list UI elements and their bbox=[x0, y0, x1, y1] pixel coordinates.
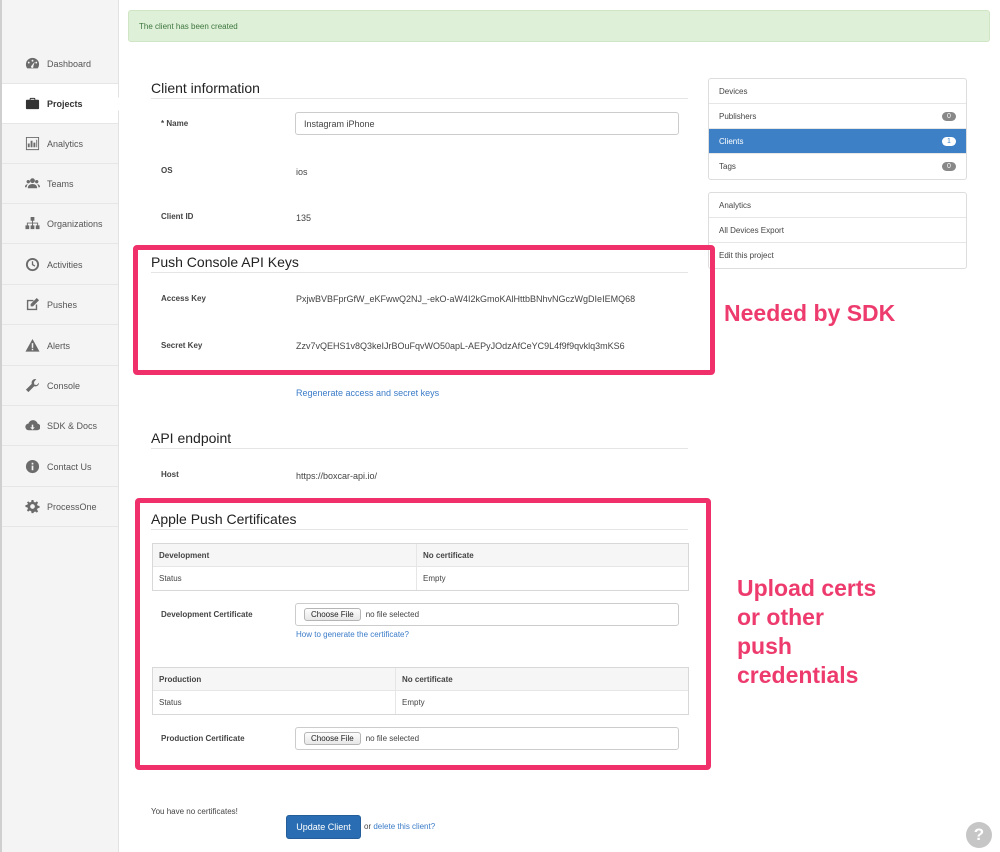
name-input[interactable]: Instagram iPhone bbox=[295, 112, 679, 135]
section-divider bbox=[151, 448, 688, 449]
sidebar-item-label: SDK & Docs bbox=[47, 420, 98, 431]
note-line: credentials bbox=[737, 662, 859, 688]
project-actions-panel: Analytics All Devices Export Edit this p… bbox=[708, 192, 967, 269]
required-marker: * bbox=[161, 119, 165, 128]
panel-item-label: Analytics bbox=[719, 200, 752, 210]
host-value: https://boxcar-api.io/ bbox=[296, 471, 378, 481]
warning-icon bbox=[24, 338, 40, 354]
panel-item-analytics[interactable]: Analytics bbox=[709, 193, 966, 218]
panel-item-label: Tags bbox=[719, 162, 736, 171]
panel-item-label: All Devices Export bbox=[719, 225, 784, 235]
panel-item-label: Devices bbox=[719, 86, 748, 96]
briefcase-icon bbox=[24, 96, 40, 112]
delete-client-link[interactable]: delete this client? bbox=[373, 822, 435, 831]
success-alert: The client has been created bbox=[128, 10, 990, 42]
project-nav-panel: Devices Publishers 0 Clients 1 Tags 0 bbox=[708, 78, 967, 180]
client-id-value: 135 bbox=[296, 213, 312, 223]
sidebar-item-analytics[interactable]: Analytics bbox=[2, 124, 118, 164]
no-certificates-text: You have no certificates! bbox=[151, 807, 238, 816]
api-keys-highlight-box bbox=[133, 245, 715, 375]
help-icon[interactable]: ? bbox=[966, 822, 992, 848]
panel-item-publishers[interactable]: Publishers 0 bbox=[709, 104, 966, 129]
gear-icon bbox=[24, 499, 40, 515]
cloud-download-icon bbox=[24, 418, 40, 434]
sidebar: Dashboard Projects Analytics Teams Organ… bbox=[0, 0, 125, 852]
or-text: or bbox=[364, 822, 372, 831]
sidebar-item-activities[interactable]: Activities bbox=[2, 245, 118, 285]
client-info-title: Client information bbox=[151, 80, 260, 96]
sidebar-item-label: Console bbox=[47, 380, 81, 391]
update-client-button[interactable]: Update Client bbox=[286, 815, 361, 839]
name-label: * Name bbox=[161, 119, 188, 128]
upload-certs-note: Upload certs or other push credentials bbox=[737, 574, 876, 690]
sidebar-item-label: Analytics bbox=[47, 138, 84, 149]
edit-icon bbox=[24, 297, 40, 313]
panel-item-tags[interactable]: Tags 0 bbox=[709, 154, 966, 179]
sidebar-item-organizations[interactable]: Organizations bbox=[2, 204, 118, 244]
sidebar-item-contact-us[interactable]: Contact Us bbox=[2, 447, 118, 487]
sidebar-item-label: Pushes bbox=[47, 299, 78, 310]
note-line: or other bbox=[737, 604, 824, 630]
sidebar-item-label: Contact Us bbox=[47, 461, 92, 472]
sidebar-item-pushes[interactable]: Pushes bbox=[2, 285, 118, 325]
panel-item-label: Clients bbox=[719, 136, 744, 146]
sidebar-item-label: Projects bbox=[47, 98, 83, 109]
sidebar-item-teams[interactable]: Teams bbox=[2, 164, 118, 204]
name-label-text: Name bbox=[166, 119, 189, 128]
sidebar-item-console[interactable]: Console bbox=[2, 366, 118, 406]
note-line: Upload certs bbox=[737, 575, 877, 601]
sidebar-item-dashboard[interactable]: Dashboard bbox=[2, 44, 118, 84]
count-badge: 0 bbox=[942, 111, 956, 121]
host-label: Host bbox=[161, 470, 179, 479]
sidebar-item-label: Activities bbox=[47, 259, 83, 270]
section-divider bbox=[151, 98, 688, 99]
sidebar-item-label: Organizations bbox=[47, 218, 103, 229]
panel-item-label: Publishers bbox=[719, 111, 757, 121]
sidebar-item-projects[interactable]: Projects bbox=[2, 84, 125, 124]
panel-item-edit-project[interactable]: Edit this project bbox=[709, 243, 966, 268]
sidebar-item-sdk-docs[interactable]: SDK & Docs bbox=[2, 406, 118, 446]
panel-item-clients[interactable]: Clients 1 bbox=[709, 129, 966, 154]
sitemap-icon bbox=[24, 216, 40, 232]
sidebar-item-processone[interactable]: ProcessOne bbox=[2, 487, 118, 527]
sidebar-item-label: ProcessOne bbox=[47, 501, 97, 512]
os-label: OS bbox=[161, 166, 173, 175]
client-id-label: Client ID bbox=[161, 212, 194, 221]
panel-item-label: Edit this project bbox=[719, 251, 774, 260]
sidebar-item-label: Alerts bbox=[47, 340, 71, 351]
info-icon bbox=[24, 459, 40, 475]
panel-item-all-devices-export[interactable]: All Devices Export bbox=[709, 218, 966, 243]
regenerate-keys-link[interactable]: Regenerate access and secret keys bbox=[296, 388, 439, 398]
footer-or-delete: or delete this client? bbox=[364, 822, 435, 831]
count-badge: 0 bbox=[942, 162, 956, 171]
bar-chart-icon bbox=[24, 136, 40, 152]
users-icon bbox=[24, 176, 40, 192]
count-badge: 1 bbox=[942, 136, 956, 146]
sidebar-item-label: Teams bbox=[47, 178, 74, 189]
os-value: ios bbox=[296, 167, 308, 177]
endpoint-title: API endpoint bbox=[151, 430, 232, 446]
note-line: push bbox=[737, 633, 792, 659]
clock-icon bbox=[24, 257, 40, 273]
needed-by-sdk-note: Needed by SDK bbox=[724, 300, 896, 326]
sidebar-item-label: Dashboard bbox=[47, 58, 92, 69]
certs-highlight-box bbox=[135, 498, 711, 770]
sidebar-item-alerts[interactable]: Alerts bbox=[2, 326, 118, 366]
dashboard-icon bbox=[24, 56, 40, 72]
wrench-icon bbox=[24, 378, 40, 394]
panel-item-devices[interactable]: Devices bbox=[709, 79, 966, 104]
